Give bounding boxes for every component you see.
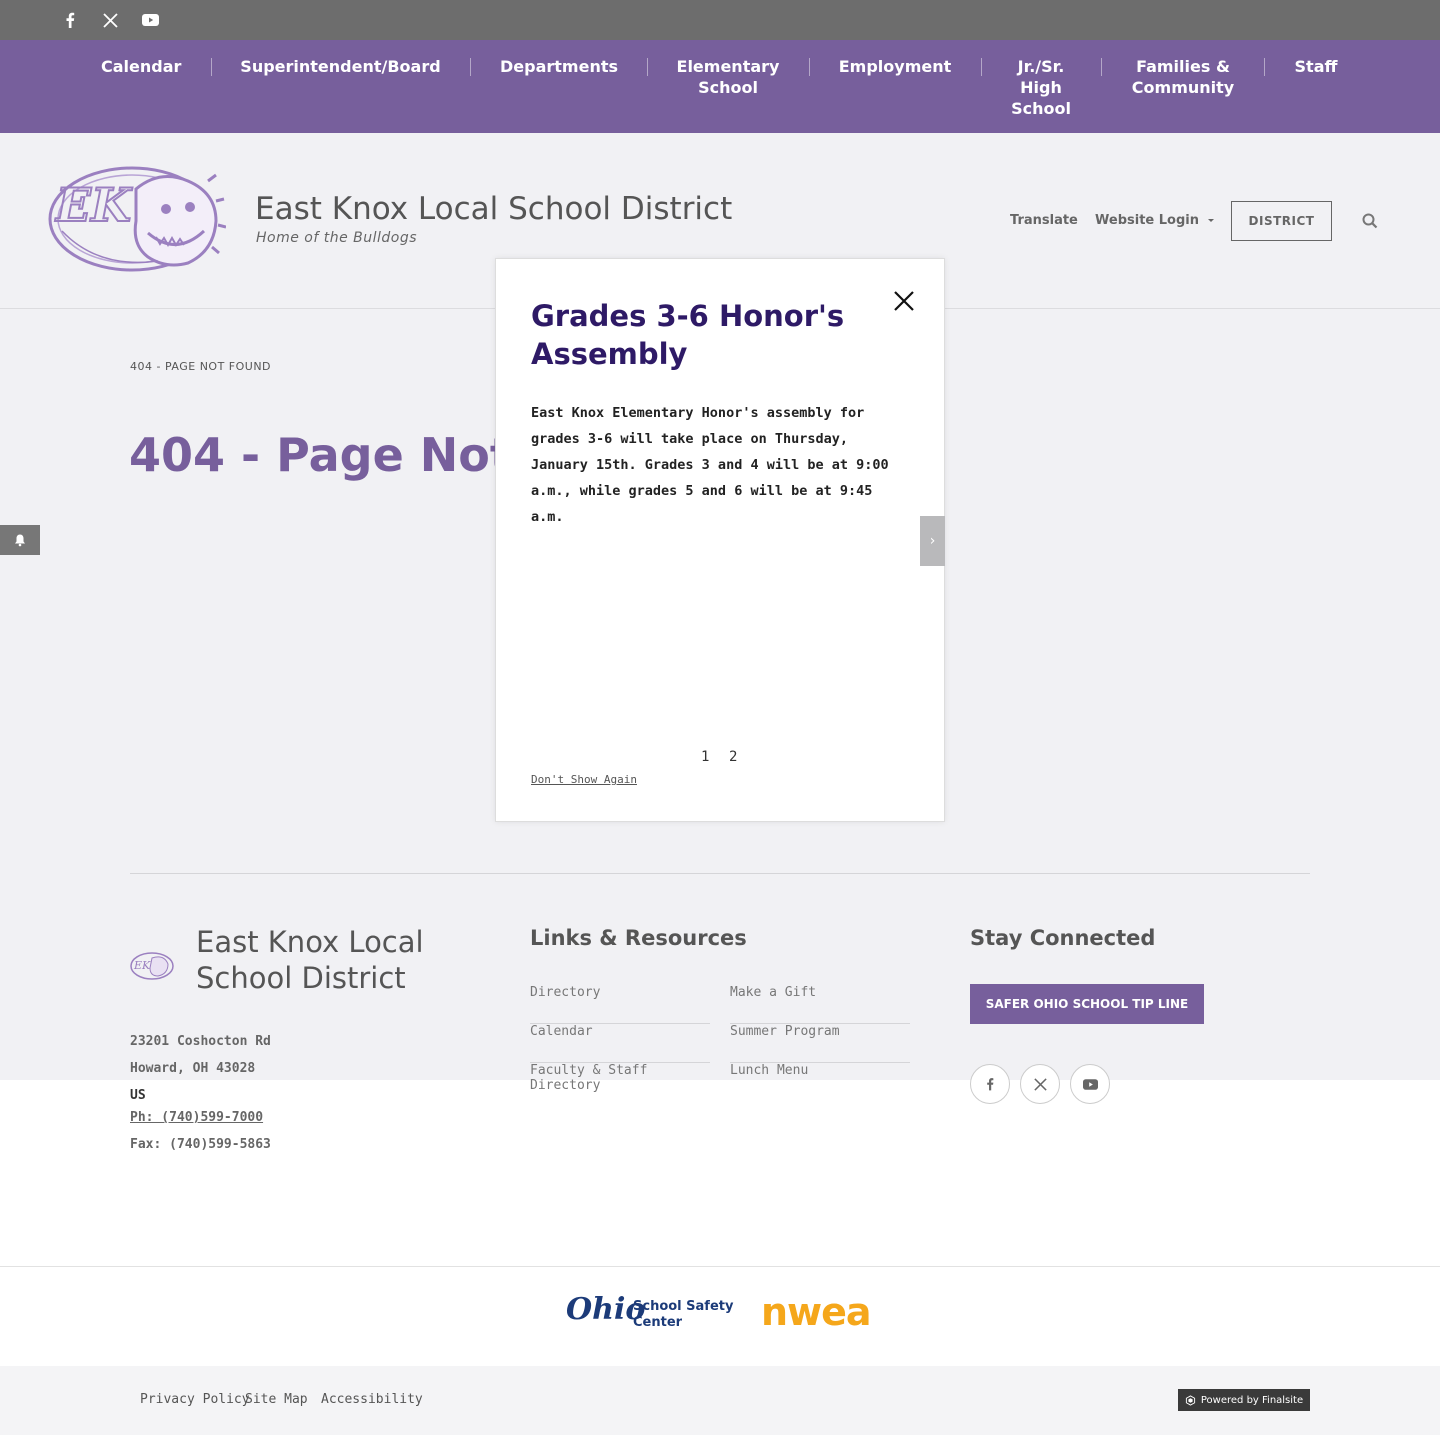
link-summer-program[interactable]: Summer Program [730,1024,910,1063]
link-faculty-staff-directory[interactable]: Faculty & Staff Directory [530,1063,710,1102]
nav-separator [809,58,810,76]
bottom-bar: Privacy Policy Site Map Accessibility Po… [0,1366,1440,1435]
footer-x-icon[interactable] [1020,1064,1060,1104]
bulldog-small-logo-icon: EK [130,952,174,980]
alert-tab[interactable] [0,525,40,555]
district-logo[interactable]: EK [48,161,227,273]
powered-by-finalsite-badge[interactable]: Powered by Finalsite [1178,1389,1310,1411]
bulldog-logo-icon: EK [48,166,227,272]
ssc-line-2: Center [633,1315,683,1330]
small-logo-letters: EK [133,959,151,972]
x-icon[interactable] [100,10,120,30]
nav-separator [1101,58,1102,76]
link-make-a-gift[interactable]: Make a Gift [730,985,910,1024]
bell-icon [15,534,25,547]
nav-separator [981,58,982,76]
breadcrumb: 404 - PAGE NOT FOUND [130,360,272,373]
footer-facebook-icon[interactable] [970,1064,1010,1104]
site-map-link[interactable]: Site Map [245,1392,308,1407]
address-line-2: Howard, OH 43028 [130,1061,256,1076]
logo-letters: EK [54,178,133,232]
school-safety-center-text: School Safety Center [633,1299,733,1331]
website-login-label: Website Login [1095,213,1199,228]
translate-link[interactable]: Translate [1010,213,1078,228]
main-navigation: Calendar Superintendent/Board Department… [0,40,1440,133]
links-heading: Links & Resources [530,926,747,950]
site-tagline: Home of the Bulldogs [256,230,418,246]
footer-district-name: East Knox Local School District [196,925,424,995]
footer-divider [130,873,1310,874]
footer-youtube-icon[interactable] [1070,1064,1110,1104]
site-title: East Knox Local School District [255,191,733,227]
footer-logo: EK [130,950,174,982]
stay-connected-heading: Stay Connected [970,926,1156,950]
powered-by-label: Powered by Finalsite [1200,1394,1304,1406]
announcement-modal: Grades 3-6 Honor's Assembly East Knox El… [495,258,945,822]
next-slide-button[interactable]: › [920,516,945,566]
nav-staff[interactable]: Staff [1292,56,1340,77]
address-country: US [130,1088,146,1103]
link-calendar[interactable]: Calendar [530,1024,710,1063]
facebook-icon[interactable] [60,10,80,30]
dont-show-again-link[interactable]: Don't Show Again [531,773,637,786]
youtube-icon[interactable] [140,10,160,30]
address-line-1: 23201 Coshocton Rd [130,1034,271,1049]
close-icon[interactable] [892,289,916,313]
nav-elementary-school[interactable]: Elementary School [672,56,784,98]
privacy-policy-link[interactable]: Privacy Policy [140,1392,250,1407]
footer-white-band [0,1080,1440,1266]
ssc-line-1: School Safety [633,1299,734,1314]
nav-separator [1264,58,1265,76]
nwea-logo[interactable]: nwea [761,1290,872,1334]
nav-separator [647,58,648,76]
nav-calendar[interactable]: Calendar [101,56,181,77]
nav-jr-sr-high-school[interactable]: Jr./Sr. High School [1006,56,1076,119]
modal-body: East Knox Elementary Honor's assembly fo… [531,405,889,525]
link-lunch-menu[interactable]: Lunch Menu [730,1063,910,1102]
tip-line-button[interactable]: SAFER OHIO SCHOOL TIP LINE [970,984,1204,1024]
search-icon[interactable] [1362,213,1378,229]
phone-link[interactable]: Ph: (740)599-7000 [130,1110,263,1125]
modal-title: Grades 3-6 Honor's Assembly [531,299,845,371]
accessibility-link[interactable]: Accessibility [321,1392,423,1407]
nav-separator [211,58,212,76]
nav-families-community[interactable]: Families & Community [1127,56,1239,98]
nav-separator [470,58,471,76]
social-topbar [0,0,1440,40]
link-directory[interactable]: Directory [530,985,710,1024]
pager-page-2[interactable]: 2 [729,749,737,765]
nav-superintendent-board[interactable]: Superintendent/Board [240,56,441,77]
nav-departments[interactable]: Departments [500,56,618,77]
caret-down-icon [1207,219,1214,222]
website-login-link[interactable]: Website Login [1095,213,1215,228]
district-button[interactable]: DISTRICT [1231,201,1332,241]
nav-employment[interactable]: Employment [838,56,952,77]
fax-number: Fax: (740)599-5863 [130,1137,271,1152]
pager-page-1[interactable]: 1 [701,749,709,765]
finalsite-icon [1185,1394,1195,1406]
